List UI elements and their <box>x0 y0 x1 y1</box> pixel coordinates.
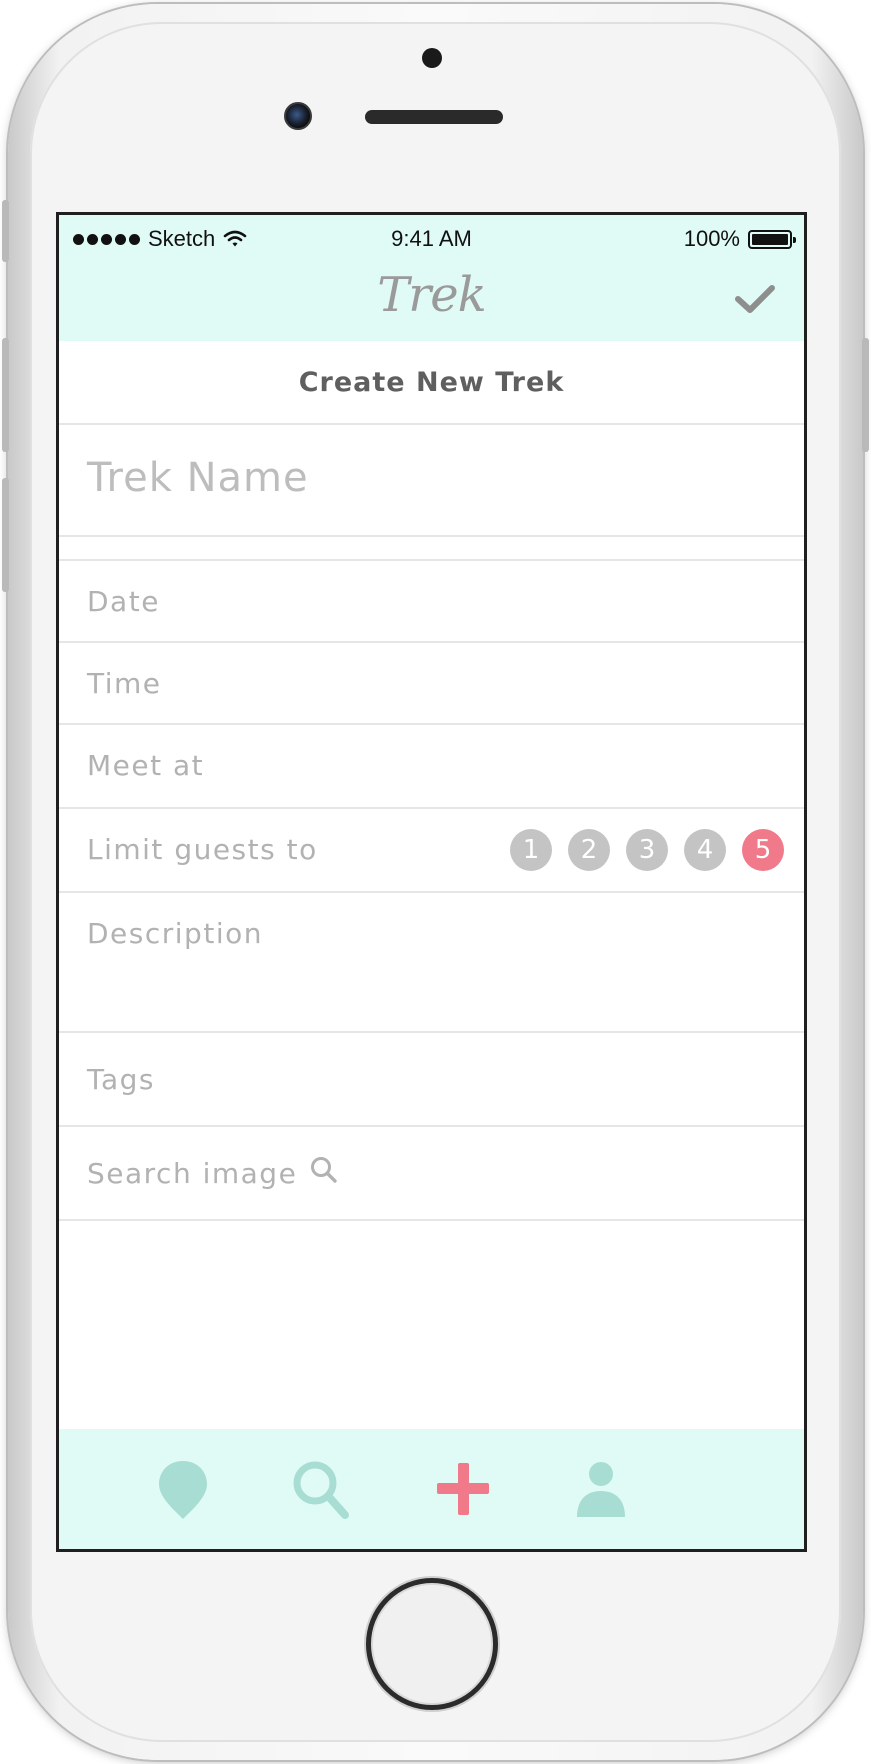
home-button[interactable] <box>366 1578 498 1710</box>
earpiece-speaker <box>365 110 503 124</box>
guest-option-5[interactable]: 5 <box>742 829 784 871</box>
guest-option-2[interactable]: 2 <box>568 829 610 871</box>
search-tab-icon[interactable] <box>289 1457 353 1521</box>
front-camera <box>284 102 312 130</box>
map-pin-icon[interactable] <box>151 1457 215 1521</box>
page-title: Create New Trek <box>59 341 804 425</box>
search-image-label: Search image <box>87 1157 298 1190</box>
tab-bar <box>59 1429 804 1549</box>
status-bar: Sketch 9:41 AM 100% <box>59 215 804 261</box>
guest-option-3[interactable]: 3 <box>626 829 668 871</box>
checkmark-icon[interactable] <box>732 279 778 319</box>
guest-options: 1 2 3 4 5 <box>510 829 784 871</box>
plus-icon[interactable] <box>431 1457 495 1521</box>
tags-field[interactable]: Tags <box>59 1033 804 1127</box>
trek-name-placeholder: Trek Name <box>87 455 309 501</box>
user-icon[interactable] <box>569 1457 633 1521</box>
search-image-field[interactable]: Search image <box>59 1127 804 1221</box>
guest-limit-row: Limit guests to 1 2 3 4 5 <box>59 809 804 893</box>
description-label: Description <box>87 917 263 950</box>
battery-percent: 100% <box>683 226 740 251</box>
guest-limit-label: Limit guests to <box>87 833 318 866</box>
power-button <box>862 338 869 452</box>
search-icon[interactable] <box>309 1155 339 1185</box>
guest-option-4[interactable]: 4 <box>684 829 726 871</box>
meet-at-field[interactable]: Meet at <box>59 725 804 809</box>
date-label: Date <box>87 585 160 618</box>
status-right: 100% <box>683 226 796 252</box>
trek-name-input[interactable]: Trek Name <box>59 425 804 537</box>
mute-switch <box>2 200 9 262</box>
proximity-sensor <box>422 48 442 68</box>
time-label: Time <box>87 667 162 700</box>
volume-down-button <box>2 478 9 592</box>
volume-up-button <box>2 338 9 452</box>
description-field[interactable]: Description <box>59 893 804 1033</box>
date-field[interactable]: Date <box>59 561 804 643</box>
nav-bar: Trek <box>59 261 804 341</box>
guest-option-1[interactable]: 1 <box>510 829 552 871</box>
app-logo: Trek <box>377 267 486 323</box>
time-field[interactable]: Time <box>59 643 804 725</box>
tags-label: Tags <box>87 1063 155 1096</box>
meet-at-label: Meet at <box>87 749 205 782</box>
battery-icon <box>748 229 796 249</box>
app-screen: Sketch 9:41 AM 100% Trek Create New Trek… <box>56 212 807 1552</box>
